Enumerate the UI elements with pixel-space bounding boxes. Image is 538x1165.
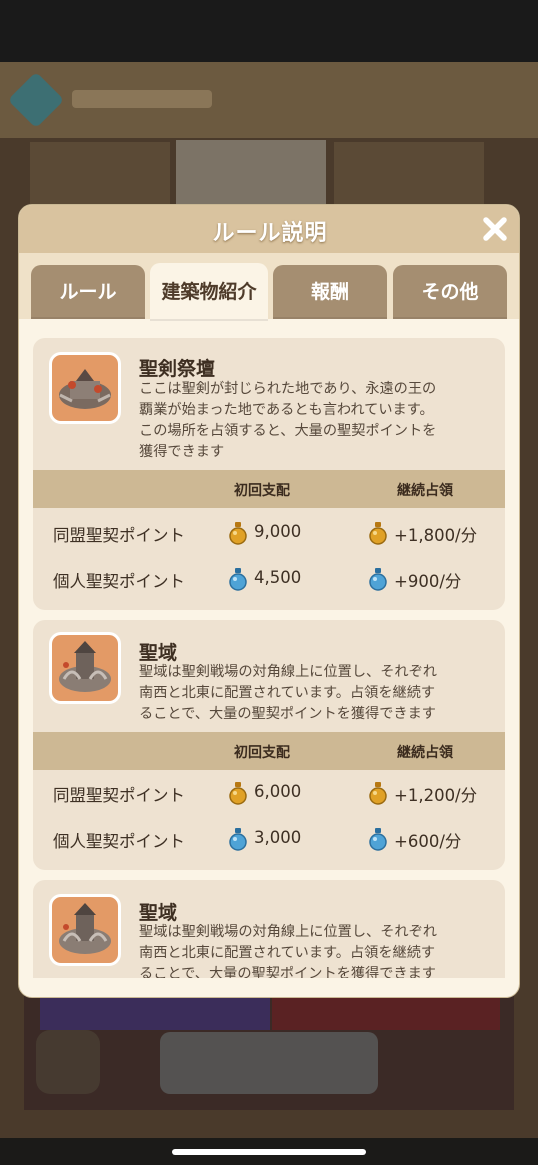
blue-potion-icon: [229, 828, 247, 851]
blue-potion-icon: [369, 568, 387, 591]
row-label: 同盟聖契ポイント: [53, 786, 185, 805]
row-label: 個人聖契ポイント: [53, 832, 185, 851]
background-card: [334, 142, 484, 212]
description-line: ここは聖剣が封じられた地であり、永遠の王の: [139, 381, 437, 397]
buildings-list[interactable]: 聖剣祭壇 ここは聖剣が封じられた地であり、永遠の王の 覇業が始まった地であるとも…: [19, 318, 519, 978]
points-table-header: 初回支配 継続占領: [33, 470, 505, 508]
building-name: 聖域: [139, 642, 178, 664]
blue-potion-icon: [369, 828, 387, 851]
sanctuary-image: [49, 894, 121, 966]
first-control-value: 3,000: [254, 828, 302, 847]
gold-potion-icon: [229, 782, 247, 805]
background-card: [30, 142, 170, 212]
row-label: 同盟聖契ポイント: [53, 526, 185, 545]
points-table-header: 初回支配 継続占領: [33, 732, 505, 770]
background-title: [72, 90, 212, 108]
status-bar-area: [0, 0, 538, 62]
continuous-value: +900/分: [394, 572, 462, 591]
description-line: 聖域は聖剣戦場の対角線上に位置し、それぞれ: [139, 664, 437, 680]
home-indicator[interactable]: [172, 1149, 366, 1155]
table-row: 同盟聖契ポイント 6,000 +1,200/分: [33, 770, 505, 816]
background-bell-button: [36, 1030, 100, 1094]
dialog-title: ルール説明: [212, 221, 328, 246]
continuous-value: +600/分: [394, 832, 462, 851]
tab-buildings[interactable]: 建築物紹介: [150, 263, 268, 321]
building-description: 聖域は聖剣戦場の対角線上に位置し、それぞれ 南西と北東に配置されています。占領を…: [139, 662, 495, 725]
header-continuous-occupation: 継続占領: [397, 745, 453, 761]
tab-other[interactable]: その他: [393, 265, 507, 319]
dialog-header: ルール説明: [19, 205, 519, 253]
description-line: ることで、大量の聖契ポイントを獲得できます: [139, 966, 436, 978]
sanctuary-image: [49, 632, 121, 704]
background-team-bar: [272, 996, 500, 1030]
background-team-bar: [40, 996, 270, 1030]
description-line: 覇業が始まった地であるとも言われています。: [139, 402, 434, 418]
description-line: この場所を占領すると、大量の聖契ポイントを: [139, 423, 437, 439]
first-control-value: 4,500: [254, 568, 302, 587]
header-first-control: 初回支配: [234, 745, 290, 761]
building-card: 聖域 聖域は聖剣戦場の対角線上に位置し、それぞれ 南西と北東に配置されています。…: [33, 880, 505, 978]
description-line: 聖域は聖剣戦場の対角線上に位置し、それぞれ: [139, 924, 437, 940]
building-name: 聖剣祭壇: [139, 358, 216, 380]
gold-potion-icon: [369, 522, 387, 545]
background-card: [176, 140, 326, 212]
row-label: 個人聖契ポイント: [53, 572, 185, 591]
building-name: 聖域: [139, 902, 178, 924]
table-row: 個人聖契ポイント 3,000 +600/分: [33, 816, 505, 862]
tab-rules[interactable]: ルール: [31, 265, 145, 319]
building-card: 聖剣祭壇 ここは聖剣が封じられた地であり、永遠の王の 覇業が始まった地であるとも…: [33, 338, 505, 610]
description-line: ることで、大量の聖契ポイントを獲得できます: [139, 706, 436, 722]
close-icon[interactable]: [479, 213, 511, 245]
first-control-value: 6,000: [254, 782, 302, 801]
gold-potion-icon: [369, 782, 387, 805]
description-line: 南西と北東に配置されています。占領を継続す: [139, 945, 436, 961]
first-control-value: 9,000: [254, 522, 302, 541]
continuous-value: +1,800/分: [394, 526, 478, 545]
building-description: 聖域は聖剣戦場の対角線上に位置し、それぞれ 南西と北東に配置されています。占領を…: [139, 922, 495, 978]
blue-potion-icon: [229, 568, 247, 591]
table-row: 個人聖契ポイント 4,500 +900/分: [33, 556, 505, 602]
background-action-button: [160, 1032, 378, 1094]
header-continuous-occupation: 継続占領: [397, 483, 453, 499]
continuous-value: +1,200/分: [394, 786, 478, 805]
description-line: 南西と北東に配置されています。占領を継続す: [139, 685, 436, 701]
tab-rewards[interactable]: 報酬: [273, 265, 387, 319]
table-row: 同盟聖契ポイント 9,000 +1,800/分: [33, 510, 505, 556]
building-description: ここは聖剣が封じられた地であり、永遠の王の 覇業が始まった地であるとも言われてい…: [139, 379, 495, 463]
rules-dialog: ルール説明 ルール 建築物紹介 報酬 その他 聖剣祭壇 ここは聖剣が封じられた地…: [18, 204, 520, 998]
altar-image: [49, 352, 121, 424]
description-line: 獲得できます: [139, 444, 225, 460]
header-first-control: 初回支配: [234, 483, 290, 499]
gold-potion-icon: [229, 522, 247, 545]
building-card: 聖域 聖域は聖剣戦場の対角線上に位置し、それぞれ 南西と北東に配置されています。…: [33, 620, 505, 870]
